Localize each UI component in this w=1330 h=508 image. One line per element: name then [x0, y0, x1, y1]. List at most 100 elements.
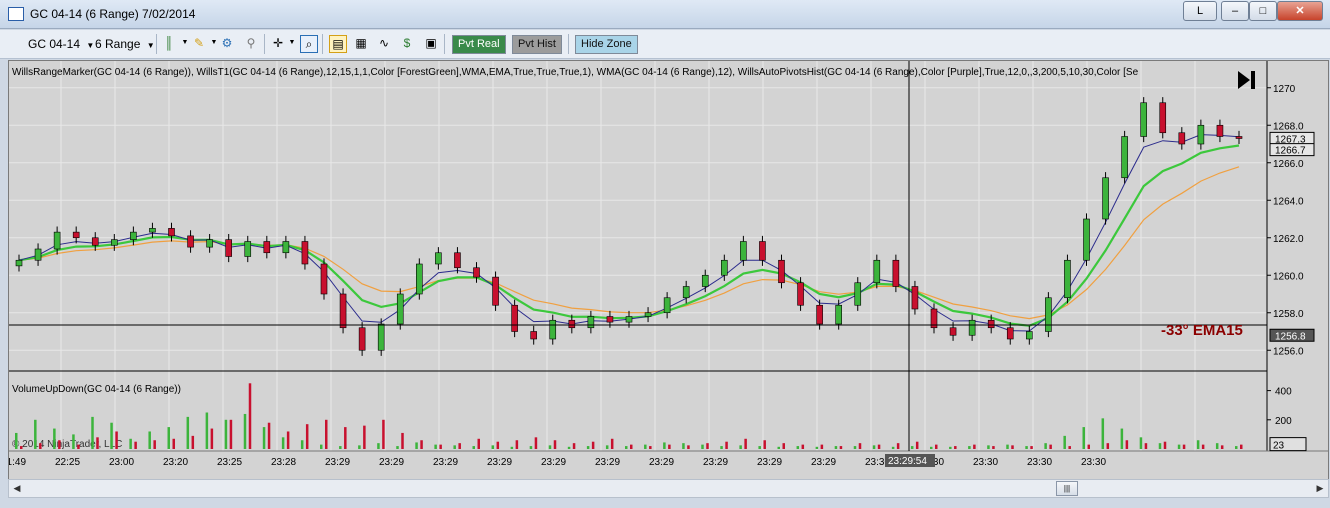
candle	[663, 297, 671, 314]
candle	[968, 319, 976, 336]
indicator-label: WillsRangeMarker(GC 04-14 (6 Range)), Wi…	[12, 67, 1139, 78]
data-box-icon[interactable]: ▤	[329, 35, 347, 53]
volume-up-bar	[586, 446, 590, 449]
pencil-icon[interactable]: ✎	[191, 35, 207, 51]
time-label: 22:25	[55, 457, 80, 468]
candle	[53, 231, 61, 250]
hide-zone-button[interactable]: Hide Zone	[575, 35, 638, 54]
candle	[34, 248, 42, 261]
candle	[1197, 124, 1205, 145]
candle	[130, 231, 137, 240]
ema-slow-path	[18, 166, 1240, 320]
chart-canvas[interactable]: WillsRangeMarker(GC 04-14 (6 Range)), Wi…	[1, 61, 1328, 479]
candle	[1064, 259, 1071, 299]
time-label: 21:49	[9, 457, 26, 468]
candle	[568, 319, 576, 329]
candle	[473, 267, 480, 278]
bar-style-icon[interactable]: ║	[161, 35, 177, 51]
zoom-icon[interactable]: ⌕	[300, 35, 318, 53]
time-label: 23:29	[541, 457, 566, 468]
volume-down-bar	[610, 438, 614, 449]
chevron-down-icon[interactable]: ▼	[284, 35, 300, 51]
volume-up-bar	[529, 446, 533, 449]
volume-down-bar	[534, 437, 538, 449]
candle	[225, 239, 232, 257]
volume-down-bar	[591, 441, 595, 449]
candle	[339, 293, 347, 329]
time-label: 23:28	[271, 457, 296, 468]
candle	[187, 235, 194, 248]
volume-up-bar	[1025, 446, 1028, 449]
volume-down-bar	[210, 428, 214, 449]
volume-up-bar	[243, 413, 247, 449]
time-label: 23:00	[109, 457, 134, 468]
toolbar-separator	[568, 34, 569, 54]
volume-up-bar	[224, 419, 228, 449]
volume-down-bar	[58, 440, 61, 449]
scroll-thumb[interactable]: |||	[1056, 481, 1078, 496]
candle	[949, 327, 957, 336]
pvt-hist-button[interactable]: Pvt Hist	[512, 35, 562, 54]
candle	[987, 319, 995, 329]
period-selector[interactable]: 6 Range ▼	[95, 34, 155, 54]
maximize-button[interactable]: □	[1249, 1, 1277, 21]
volume-up-bar	[129, 438, 132, 449]
volume-down-bar	[229, 419, 233, 449]
volume-down-bar	[725, 441, 728, 449]
volume-up-bar	[415, 442, 418, 449]
chart-lines-icon[interactable]: ∿	[376, 35, 392, 51]
volume-down-bar	[325, 419, 328, 449]
scroll-right-icon[interactable]: ▶	[1312, 480, 1328, 497]
volume-up-bar	[1196, 440, 1200, 449]
volume-down-bar	[782, 443, 785, 449]
minimize-button[interactable]: –	[1221, 1, 1249, 21]
volume-bars	[15, 383, 1243, 449]
time-label: 23:29	[703, 457, 728, 468]
volume-tick-label: 200	[1275, 416, 1292, 427]
volume-up-bar	[491, 445, 495, 449]
volume-up-bar	[663, 442, 666, 449]
volume-up-bar	[72, 434, 75, 449]
candle	[244, 241, 252, 257]
toolbar-separator	[444, 34, 445, 54]
volume-up-bar	[34, 419, 37, 449]
volume-up-bar	[1082, 427, 1085, 449]
volume-up-bar	[891, 446, 895, 449]
ema-slow-line	[18, 166, 1240, 320]
price-ticks: 1270 1268.0 1266.0 1264.0 1262.0 1260.0 1258.0…	[1267, 84, 1304, 357]
volume-down-bar	[344, 427, 347, 449]
pin-icon[interactable]: ⚲	[243, 35, 259, 51]
candle	[301, 241, 309, 265]
indicators-icon[interactable]: ▦	[353, 35, 369, 51]
volume-down-bar	[649, 446, 652, 449]
properties-icon[interactable]: ▣	[423, 35, 439, 51]
volume-down-bar	[153, 440, 156, 449]
close-button[interactable]: ✕	[1277, 1, 1323, 21]
horizontal-scrollbar[interactable]: ◀ ||| ▶	[8, 479, 1329, 498]
candle	[91, 237, 99, 246]
volume-down-bar	[267, 422, 271, 449]
strategy-icon[interactable]: ⚙	[219, 35, 235, 51]
play-pause-icon[interactable]	[1238, 71, 1255, 89]
volume-down-bar	[172, 438, 175, 449]
candle	[892, 259, 900, 287]
angle-annotation: -33° EMA15	[1161, 322, 1243, 339]
volume-down-bar	[744, 438, 747, 449]
volume-up-bar	[1177, 444, 1181, 449]
volume-down-bar	[305, 424, 309, 449]
candle	[149, 228, 156, 233]
instrument-label: GC 04-14	[28, 37, 81, 51]
crosshair-time-label: 23:29:54	[888, 456, 927, 467]
currency-icon[interactable]: $	[399, 35, 415, 51]
link-button[interactable]: L	[1183, 1, 1217, 21]
volume-label: VolumeUpDown(GC 04-14 (6 Range))	[12, 384, 181, 395]
candle	[72, 231, 80, 239]
instrument-selector[interactable]: GC 04-14 ▼	[28, 34, 94, 54]
window-title: GC 04-14 (6 Range) 7/02/2014	[30, 7, 196, 21]
volume-up-bar	[834, 446, 838, 449]
scroll-left-icon[interactable]: ◀	[9, 480, 25, 497]
volume-up-bar	[949, 446, 952, 449]
volume-up-bar	[377, 443, 380, 449]
chart-area[interactable]: WillsRangeMarker(GC 04-14 (6 Range)), Wi…	[1, 60, 1329, 480]
pvt-real-button[interactable]: Pvt Real	[452, 35, 506, 54]
